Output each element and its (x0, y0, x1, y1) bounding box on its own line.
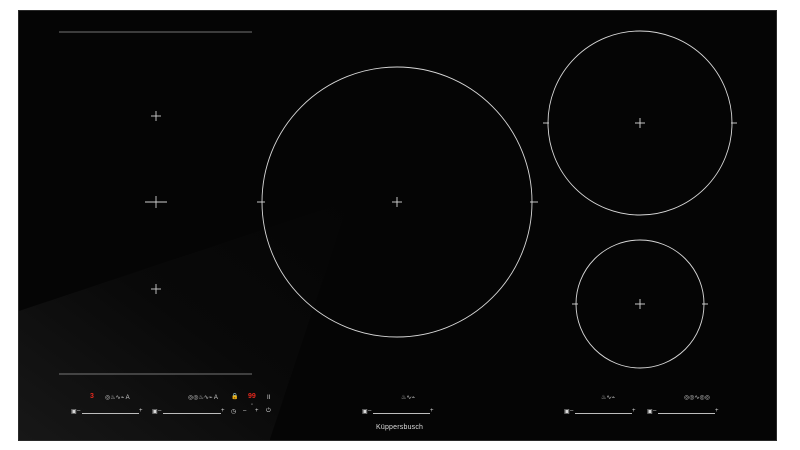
zone3-pan-icon: ▣ (362, 409, 368, 415)
zone1-level-display: 3 (90, 393, 94, 400)
power-icon[interactable]: ⏻ (266, 408, 271, 415)
zone1-plus[interactable]: + (139, 408, 143, 415)
zone1-function-icons[interactable]: ◎♨∿⌁ A (105, 395, 130, 402)
timer-display: 99 (248, 393, 256, 400)
zone1-pan-icon: ▣ (71, 409, 77, 415)
zone1-minus[interactable]: – (77, 408, 80, 415)
induction-cooktop: 3 ◎♨∿⌁ A ▣ – + ◎◎♨∿⌁ A ▣ – + 🔒 99 ◦ II ◷… (18, 10, 777, 441)
zone3-slider[interactable] (373, 413, 430, 414)
large-center-zone[interactable] (257, 66, 538, 338)
lock-icon[interactable]: 🔒 (231, 394, 238, 401)
pause-button[interactable]: II (267, 395, 270, 402)
zone1-slider[interactable] (82, 413, 139, 414)
zone5-function-icons[interactable]: ◎◎∿◎◎ (684, 395, 710, 402)
zone4-slider[interactable] (575, 413, 632, 414)
zone5-plus[interactable]: + (715, 408, 719, 415)
timer-minus[interactable]: – (243, 408, 246, 415)
bottom-right-zone[interactable] (572, 239, 708, 369)
zone4-pan-icon: ▣ (564, 409, 570, 415)
zone4-function-icons[interactable]: ♨∿⌁ (601, 395, 615, 402)
zone3-plus[interactable]: + (430, 408, 434, 415)
timer-dot-icon: ◦ (251, 402, 254, 408)
zone2-plus[interactable]: + (221, 408, 225, 415)
zone2-minus[interactable]: – (158, 408, 161, 415)
zone2-pan-icon: ▣ (152, 409, 158, 415)
zone4-plus[interactable]: + (632, 408, 636, 415)
timer-plus[interactable]: + (255, 408, 259, 415)
flex-zone-left[interactable] (145, 111, 167, 294)
clock-icon[interactable]: ◷ (231, 409, 236, 416)
top-right-zone[interactable] (543, 30, 737, 216)
brand-logo: Küppersbusch (376, 424, 424, 431)
zone5-slider[interactable] (658, 413, 715, 414)
zone4-minus[interactable]: – (570, 408, 573, 415)
cooking-zones (59, 30, 737, 375)
zone3-minus[interactable]: – (368, 408, 371, 415)
zone3-function-icons[interactable]: ♨∿⌁ (401, 395, 415, 402)
zone5-minus[interactable]: – (653, 408, 656, 415)
zone5-pan-icon: ▣ (647, 409, 653, 415)
zone2-function-icons[interactable]: ◎◎♨∿⌁ A (188, 395, 218, 402)
zone2-slider[interactable] (163, 413, 221, 414)
